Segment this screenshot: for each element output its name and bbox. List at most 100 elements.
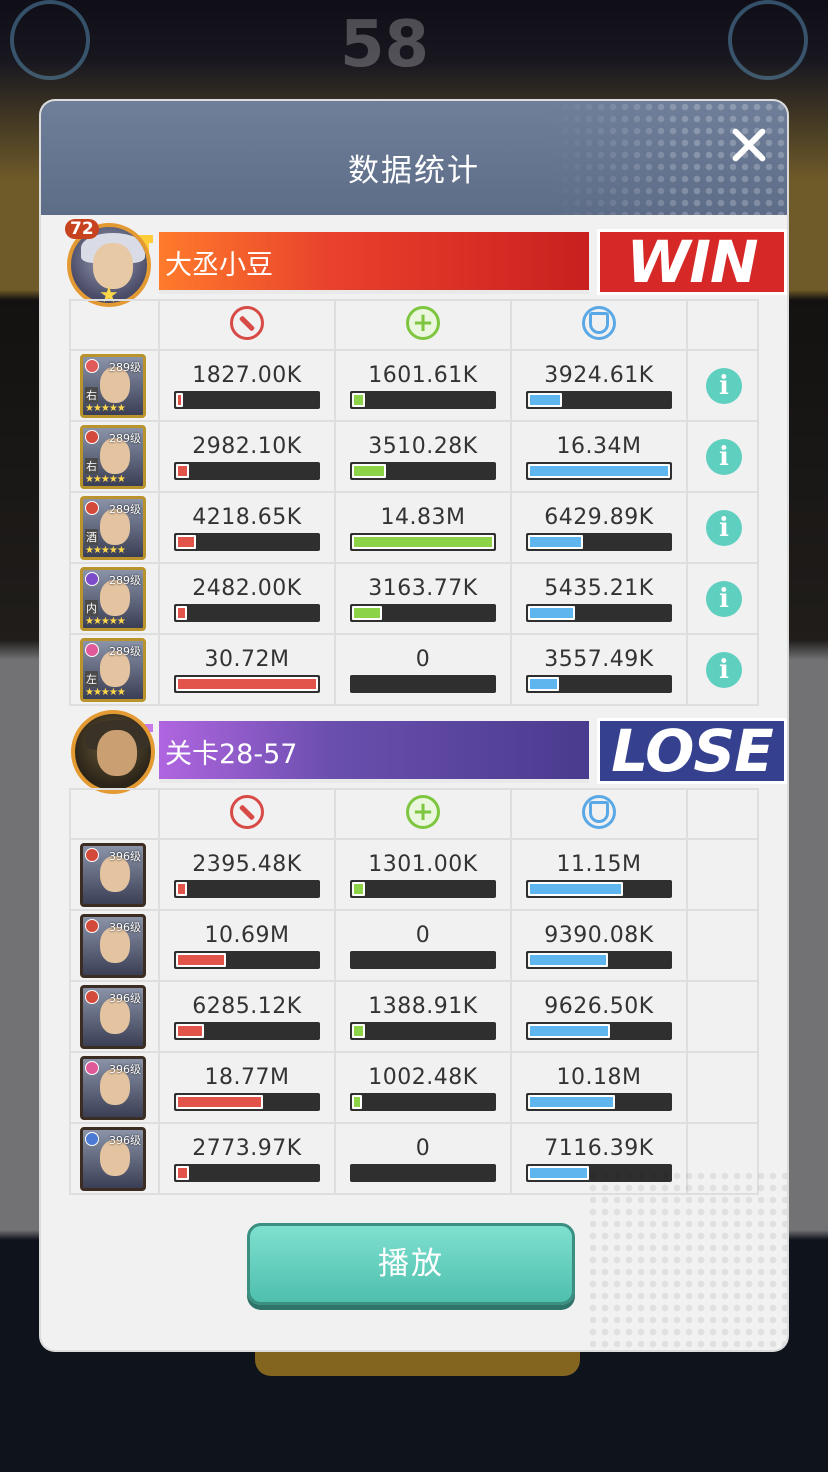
- damage-value: 6285.12K: [192, 994, 302, 1019]
- heal-cell: 1388.91K: [336, 982, 512, 1051]
- stats-table-player: + 289级 右 ★★★★★ 1827.00K 1601.61K 3924.61…: [69, 299, 759, 706]
- heal-value: 1388.91K: [368, 994, 478, 1019]
- team-name: 大丞小豆: [165, 250, 273, 281]
- damage-bar-fill: [176, 953, 226, 967]
- hero-portrait[interactable]: 289级 右 ★★★★★: [80, 354, 146, 418]
- faction-icon: [85, 643, 99, 657]
- hero-level: 289级: [109, 645, 141, 658]
- hero-portrait[interactable]: 396级: [80, 1127, 146, 1191]
- shield-bar: [526, 604, 672, 622]
- hero-cell: 396级: [69, 911, 160, 980]
- info-icon[interactable]: i: [706, 510, 742, 546]
- shield-icon: [582, 306, 616, 340]
- info-cell: [688, 1053, 759, 1122]
- header-info: [688, 301, 759, 349]
- header-heal: +: [336, 790, 512, 838]
- hero-cell: 289级 内 ★★★★★: [69, 564, 160, 633]
- hero-level: 396级: [109, 1063, 141, 1076]
- hero-portrait[interactable]: 289级 内 ★★★★★: [80, 567, 146, 631]
- shield-cell: 16.34M: [512, 422, 688, 491]
- faction-icon: [85, 848, 99, 862]
- hero-level: 289级: [109, 574, 141, 587]
- scoreboard-text: 58: [340, 8, 430, 82]
- hero-portrait[interactable]: 396级: [80, 985, 146, 1049]
- info-icon[interactable]: i: [706, 368, 742, 404]
- close-icon[interactable]: [727, 123, 771, 167]
- heal-bar-fill: [352, 1095, 362, 1109]
- info-icon[interactable]: i: [706, 439, 742, 475]
- heal-value: 14.83M: [380, 505, 466, 530]
- damage-bar: [174, 391, 320, 409]
- heal-bar: [350, 1164, 496, 1182]
- shield-cell: 3924.61K: [512, 351, 688, 420]
- info-icon[interactable]: i: [706, 581, 742, 617]
- heal-bar: [350, 675, 496, 693]
- star-rating-icon: ★★★★★: [85, 474, 126, 485]
- hero-cell: 289级 左 ★★★★★: [69, 635, 160, 704]
- hero-portrait[interactable]: 396级: [80, 914, 146, 978]
- hero-portrait[interactable]: 396级: [80, 1056, 146, 1120]
- hero-cell: 289级 酒 ★★★★★: [69, 493, 160, 562]
- heal-cell: 1601.61K: [336, 351, 512, 420]
- table-row: 396级 18.77M 1002.48K 10.18M: [69, 1053, 759, 1124]
- sword-icon: [230, 795, 264, 829]
- damage-cell: 1827.00K: [160, 351, 336, 420]
- shield-bar: [526, 1022, 672, 1040]
- star-rating-icon: ★★★★★: [85, 687, 126, 698]
- damage-value: 2482.00K: [192, 576, 302, 601]
- damage-value: 4218.65K: [192, 505, 302, 530]
- info-icon[interactable]: i: [706, 652, 742, 688]
- damage-bar: [174, 1022, 320, 1040]
- shield-cell: 6429.89K: [512, 493, 688, 562]
- shield-bar-fill: [528, 1024, 611, 1038]
- damage-cell: 18.77M: [160, 1053, 336, 1122]
- enemy-avatar[interactable]: [71, 710, 155, 794]
- heal-value: 1301.00K: [368, 852, 478, 877]
- stats-modal: 数据统计 大丞小豆 WIN 72 ★ + 289级 右 ★★★★★ 1827.0…: [41, 101, 787, 1350]
- header-damage: [160, 790, 336, 838]
- hero-cell: 396级: [69, 1053, 160, 1122]
- damage-bar: [174, 951, 320, 969]
- table-header: +: [69, 301, 759, 351]
- star-rating-icon: ★★★★★: [85, 545, 126, 556]
- damage-value: 2982.10K: [192, 434, 302, 459]
- team-banner-player: 大丞小豆 WIN: [69, 228, 787, 296]
- shield-icon: [582, 795, 616, 829]
- hero-cell: 396级: [69, 982, 160, 1051]
- damage-value: 2395.48K: [192, 852, 302, 877]
- hero-portrait[interactable]: 289级 右 ★★★★★: [80, 425, 146, 489]
- heal-bar-fill: [352, 393, 365, 407]
- shield-value: 7116.39K: [544, 1136, 654, 1161]
- hero-level: 289级: [109, 361, 141, 374]
- damage-bar-fill: [176, 1166, 189, 1180]
- modal-title: 数据统计: [348, 153, 480, 189]
- table-row: 396级 6285.12K 1388.91K 9626.50K: [69, 982, 759, 1053]
- faction-icon: [85, 990, 99, 1004]
- table-row: 289级 酒 ★★★★★ 4218.65K 14.83M 6429.89K i: [69, 493, 759, 564]
- info-cell: i: [688, 493, 759, 562]
- shield-cell: 11.15M: [512, 840, 688, 909]
- play-button[interactable]: 播放: [247, 1223, 575, 1305]
- shield-bar: [526, 391, 672, 409]
- hero-portrait[interactable]: 396级: [80, 843, 146, 907]
- hero-portrait[interactable]: 289级 酒 ★★★★★: [80, 496, 146, 560]
- heal-bar: [350, 1022, 496, 1040]
- damage-bar-fill: [176, 1095, 263, 1109]
- heal-cell: 0: [336, 911, 512, 980]
- hero-position: 右: [85, 387, 98, 403]
- heal-bar-fill: [352, 464, 387, 478]
- shield-value: 9390.08K: [544, 923, 654, 948]
- shield-cell: 9390.08K: [512, 911, 688, 980]
- heal-cell: 0: [336, 1124, 512, 1193]
- heal-bar: [350, 1093, 496, 1111]
- hero-position: 右: [85, 458, 98, 474]
- shield-cell: 9626.50K: [512, 982, 688, 1051]
- faction-icon: [85, 1132, 99, 1146]
- result-lose: LOSE: [597, 717, 787, 785]
- heal-value: 3510.28K: [368, 434, 478, 459]
- damage-bar-fill: [176, 535, 196, 549]
- hero-portrait[interactable]: 289级 左 ★★★★★: [80, 638, 146, 702]
- damage-bar: [174, 533, 320, 551]
- header-heal: +: [336, 301, 512, 349]
- faction-icon: [85, 1061, 99, 1075]
